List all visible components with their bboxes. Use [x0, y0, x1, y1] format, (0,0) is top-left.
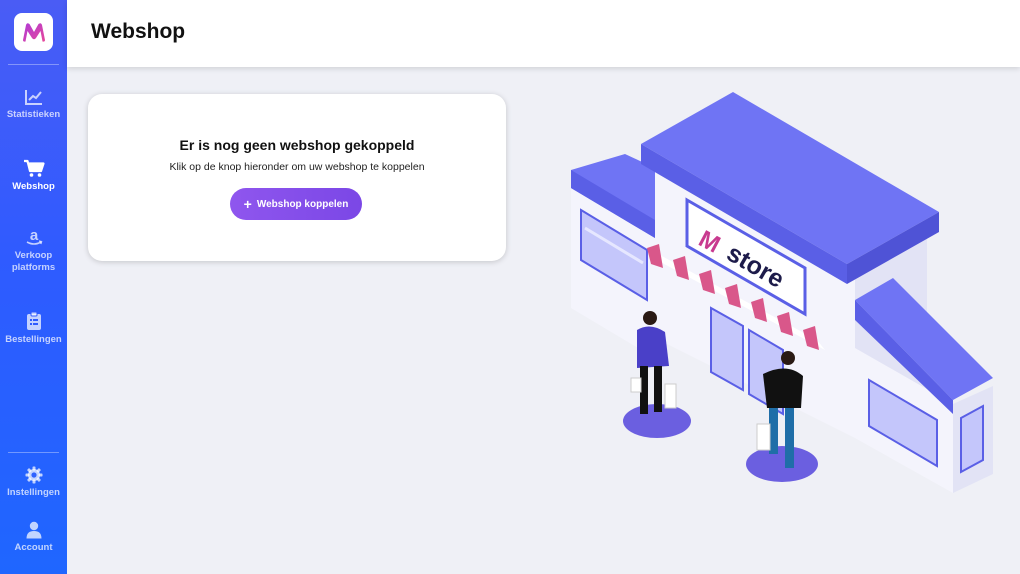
sidebar-item-account[interactable]: Account	[0, 521, 67, 554]
sidebar-divider	[8, 452, 59, 453]
sidebar-item-verkoop-platforms[interactable]: a Verkoop platforms	[0, 227, 67, 274]
connect-webshop-button[interactable]: + Webshop koppelen	[230, 188, 362, 220]
sidebar-item-statistieken[interactable]: Statistieken	[0, 88, 67, 121]
sidebar: Statistieken Webshop a Verkoop platforms…	[0, 0, 67, 574]
empty-state-subtitle: Klik op de knop hieronder om uw webshop …	[169, 161, 425, 173]
sidebar-item-bestellingen[interactable]: Bestellingen	[0, 311, 67, 346]
user-icon	[26, 521, 41, 539]
clipboard-list-icon	[26, 311, 41, 330]
sidebar-divider	[8, 64, 59, 65]
page-header: Webshop	[67, 0, 1020, 67]
right-building	[855, 278, 993, 493]
gear-icon	[25, 466, 42, 484]
store-illustration: M store	[571, 92, 993, 493]
chart-line-icon	[24, 90, 42, 105]
sidebar-item-label: Instellingen	[7, 487, 60, 498]
plus-icon: +	[243, 196, 252, 212]
shopping-cart-icon	[23, 159, 45, 177]
svg-text:a: a	[29, 227, 38, 244]
m-logo-icon	[22, 23, 45, 42]
sidebar-item-label: Webshop	[12, 181, 55, 192]
empty-state-title: Er is nog geen webshop gekoppeld	[179, 137, 415, 153]
sidebar-item-label: Bestellingen	[5, 334, 62, 345]
sidebar-item-label: Verkoop platforms	[11, 250, 56, 273]
sidebar-item-webshop[interactable]: Webshop	[0, 159, 67, 193]
sidebar-item-label: Statistieken	[6, 109, 61, 120]
sidebar-item-instellingen[interactable]: Instellingen	[0, 466, 67, 499]
connect-webshop-button-label: Webshop koppelen	[256, 198, 349, 210]
left-building	[571, 154, 655, 358]
sidebar-item-label: Account	[14, 542, 53, 553]
amazon-icon: a	[26, 227, 42, 245]
app-logo[interactable]	[14, 13, 53, 51]
page-title: Webshop	[91, 20, 186, 43]
empty-state-card: Er is nog geen webshop gekoppeld Klik op…	[88, 94, 506, 261]
